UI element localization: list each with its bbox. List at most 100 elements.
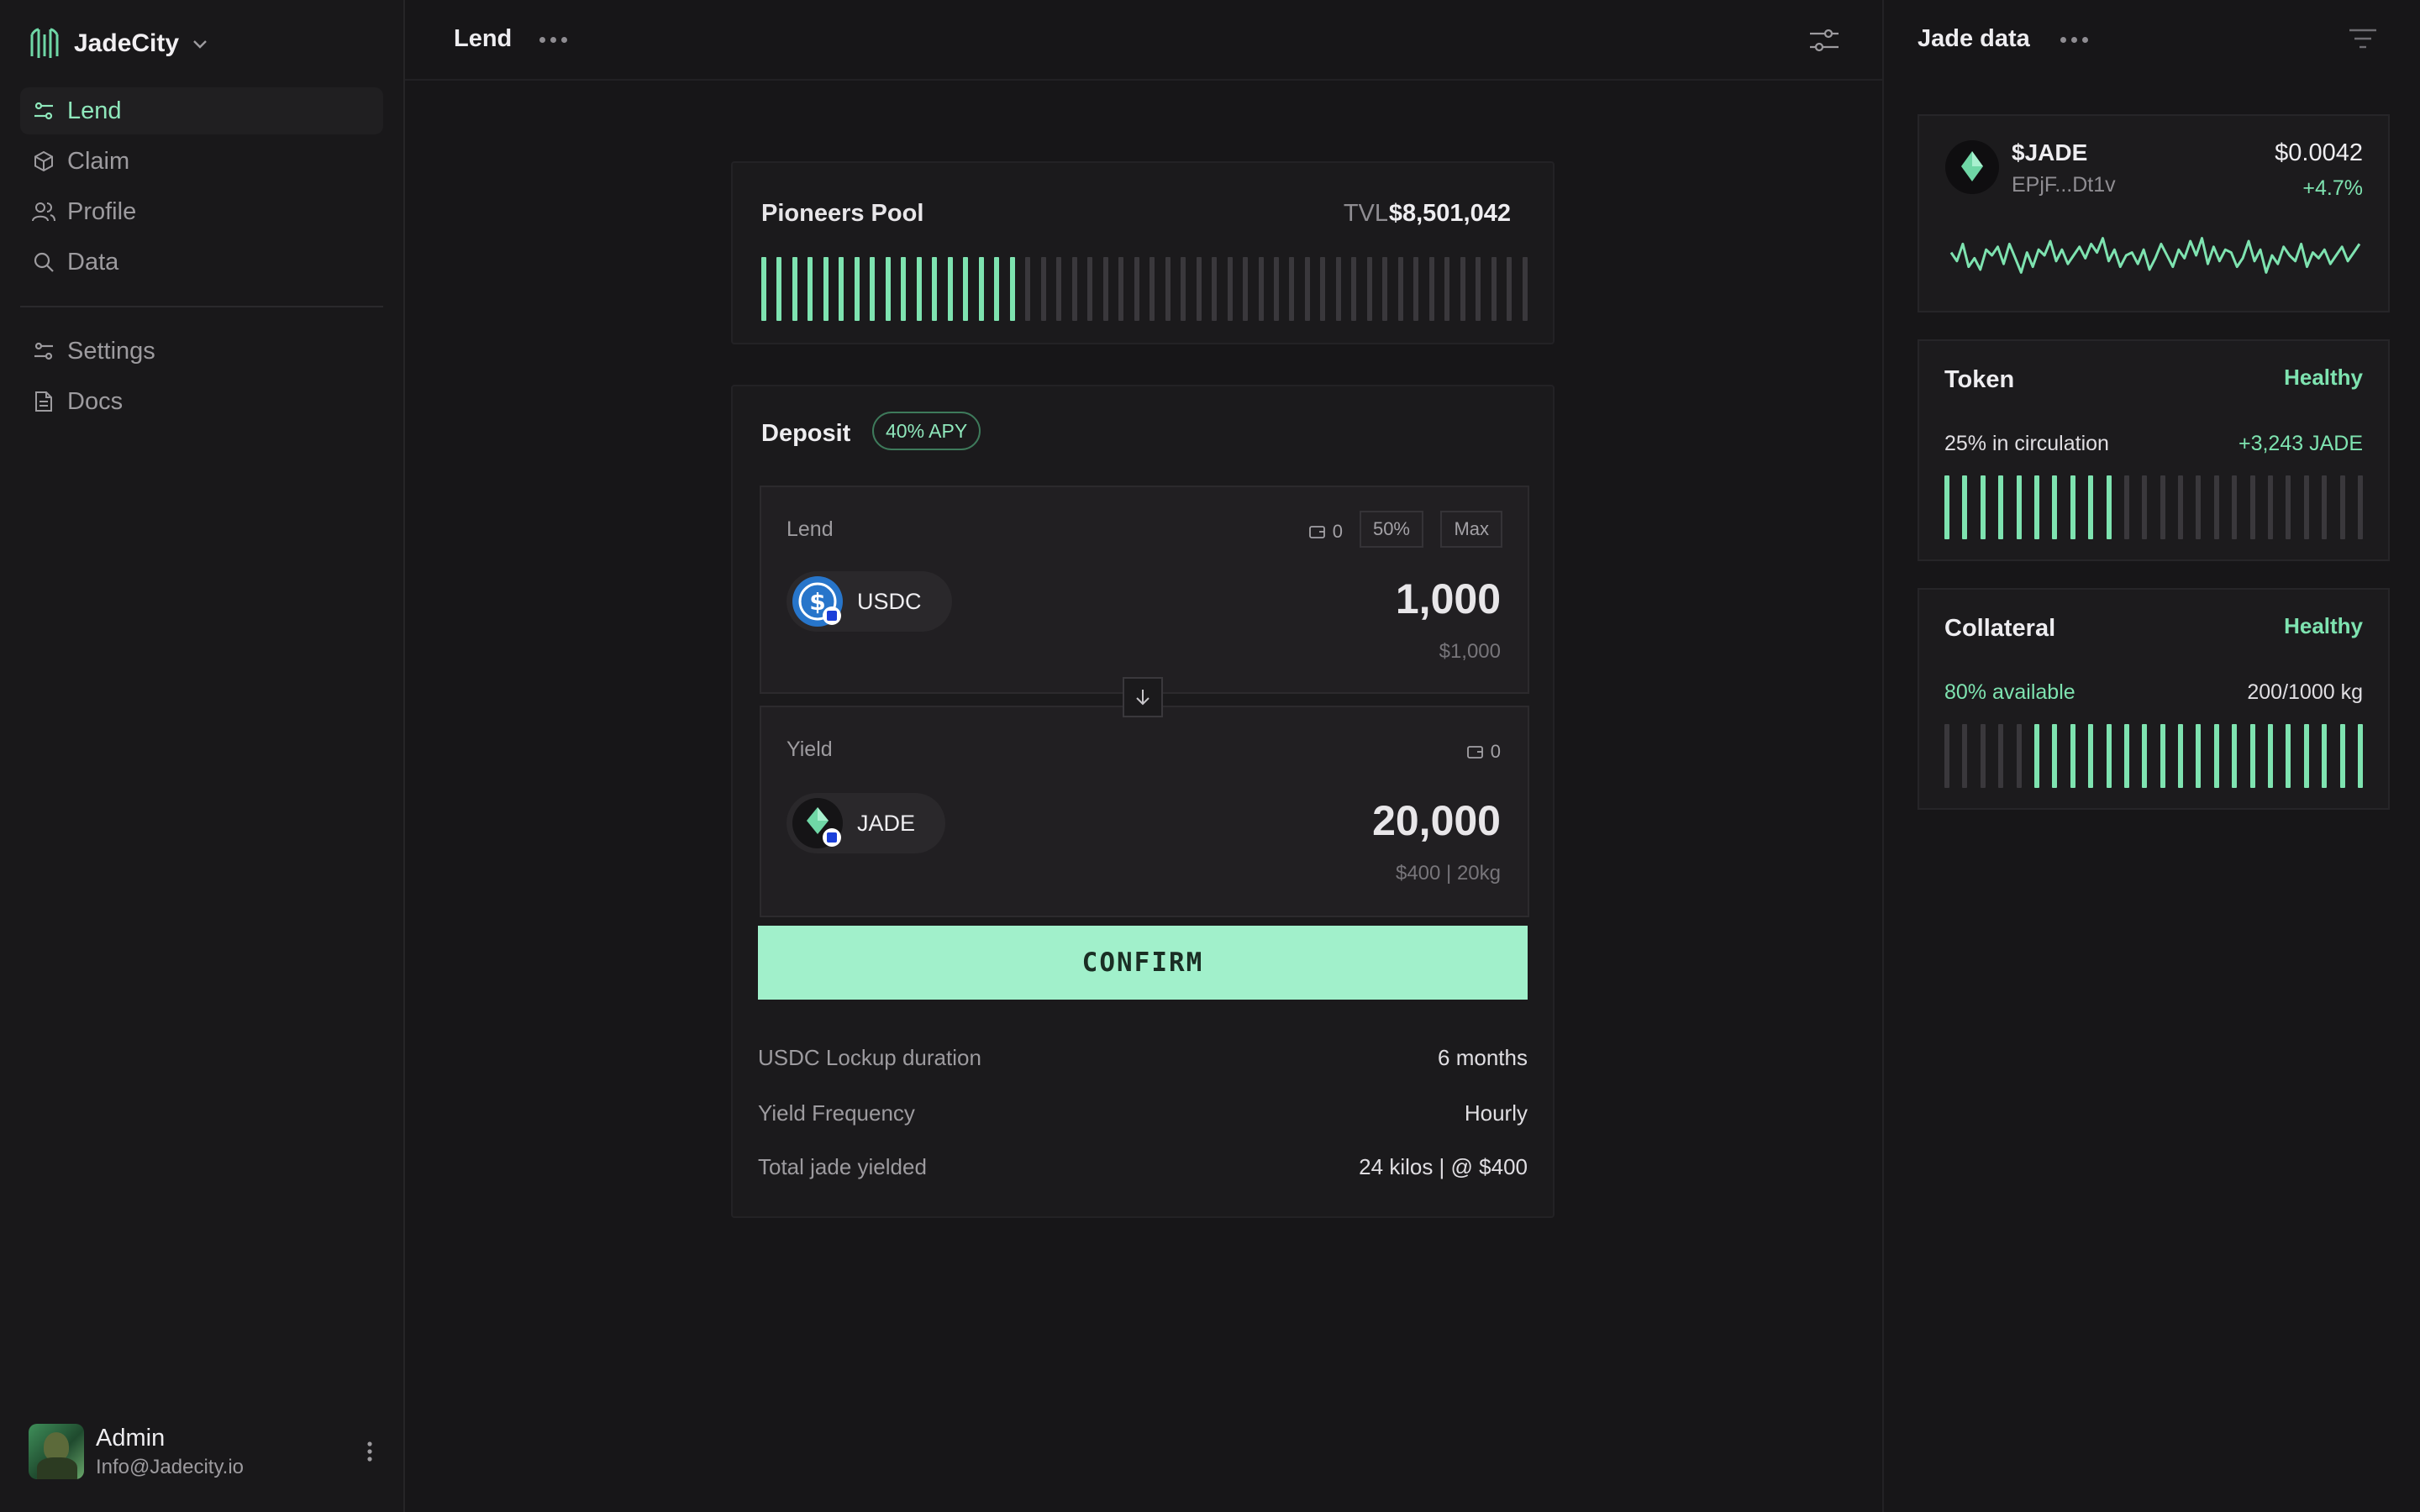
yield-usd-value: $400 | 20kg [1395,862,1501,885]
more-horizontal-icon[interactable] [539,37,567,43]
wallet-icon [1466,746,1483,759]
user-profile[interactable]: Admin Info@Jadecity.io [29,1421,381,1482]
progress-segment [2016,724,2022,788]
sidebar-item-settings[interactable]: Settings [20,328,383,375]
progress-segment [2178,724,2184,788]
sliders-icon [32,99,55,123]
usdc-icon: $ [792,576,843,627]
progress-segment [1273,257,1279,321]
chevron-down-icon[interactable] [191,34,209,53]
sidebar-item-label: Data [67,248,119,276]
progress-segment [2213,724,2219,788]
token-progress-bar [1944,475,2363,539]
progress-segment [1382,257,1388,321]
progress-segment [2303,724,2309,788]
progress-segment [1227,257,1233,321]
progress-segment [1460,257,1465,321]
progress-segment [2070,724,2075,788]
progress-segment [2033,475,2039,539]
usdc-token-selector[interactable]: $ USDC [786,571,952,632]
more-vertical-icon[interactable] [358,1440,381,1463]
filter-lines-icon[interactable] [2348,27,2378,52]
collateral-progress-bar [1944,724,2363,788]
progress-segment [2052,475,2058,539]
progress-segment [885,257,891,321]
progress-segment [1025,257,1031,321]
progress-segment [854,257,860,321]
progress-segment [761,257,766,321]
progress-segment [2052,724,2058,788]
progress-segment [2196,475,2202,539]
brand-switcher[interactable]: JadeCity [27,22,209,66]
progress-segment [2160,475,2165,539]
jade-gem-icon [1945,140,1999,194]
progress-segment [1351,257,1357,321]
token-card-title: Token [1944,366,2015,393]
progress-segment [2322,724,2328,788]
jadecity-logo-icon [30,28,59,58]
document-icon [32,390,55,413]
collateral-card-title: Collateral [1944,615,2056,642]
progress-segment [1071,257,1077,321]
jade-token-selector[interactable]: JADE [786,793,946,853]
sidebar-item-label: Docs [67,387,124,415]
swap-direction-button[interactable] [1123,677,1163,717]
progress-segment [1335,257,1341,321]
box-icon [32,150,55,173]
sliders-icon [32,339,55,363]
sidebar-item-label: Lend [67,97,122,124]
sidebar-item-label: Profile [67,197,137,225]
wallet-icon [1308,526,1325,538]
max-button[interactable]: Max [1440,511,1502,548]
ticker-price: $0.0042 [2275,139,2363,166]
jade-gem-icon [792,798,843,848]
progress-segment [1980,724,1986,788]
arrow-down-icon [1136,690,1150,706]
progress-segment [792,257,797,321]
progress-segment [1196,257,1202,321]
progress-segment [1366,257,1372,321]
info-value: 24 kilos | @ $400 [1359,1154,1528,1179]
half-button[interactable]: 50% [1359,511,1423,548]
progress-segment [978,257,984,321]
user-email: Info@Jadecity.io [96,1455,245,1478]
progress-segment [1944,724,1949,788]
ticker-address[interactable]: EPjF...Dt1v [2012,173,2116,197]
token-delta: +3,243 JADE [2238,432,2363,455]
confirm-button[interactable]: CONFIRM [758,926,1528,1000]
progress-segment [963,257,969,321]
sidebar-item-lend[interactable]: Lend [20,87,383,134]
progress-segment [839,257,844,321]
info-key: USDC Lockup duration [758,1045,981,1070]
progress-segment [1962,475,1968,539]
progress-segment [1428,257,1434,321]
lend-amount-input[interactable]: 1,000 [1396,575,1501,623]
progress-segment [1040,257,1046,321]
sidebar-item-profile[interactable]: Profile [20,188,383,235]
progress-segment [947,257,953,321]
yield-wallet-balance: 0 [1466,741,1501,763]
wallet-balance-value: 0 [1332,521,1343,542]
progress-segment [2088,475,2094,539]
more-horizontal-icon[interactable] [2060,37,2088,43]
progress-segment [2016,475,2022,539]
deposit-card: Deposit 40% APY Lend 0 50% Max $ USDC 1,… [731,385,1555,1218]
pool-progress-bar [761,257,1528,321]
filter-settings-icon[interactable] [1808,25,1840,55]
progress-segment [2232,724,2238,788]
progress-segment [2232,475,2238,539]
svg-text:$: $ [809,588,825,616]
progress-segment [1212,257,1218,321]
progress-segment [1009,257,1015,321]
sidebar-item-docs[interactable]: Docs [20,378,383,425]
progress-segment [1165,257,1171,321]
progress-segment [2142,724,2148,788]
collateral-status: Healthy [2284,613,2363,638]
progress-segment [916,257,922,321]
sidebar-item-data[interactable]: Data [20,239,383,286]
sidebar-item-claim[interactable]: Claim [20,138,383,185]
progress-segment [2213,475,2219,539]
progress-segment [1258,257,1264,321]
token-label: JADE [857,810,916,836]
pool-title: Pioneers Pool [761,200,924,227]
